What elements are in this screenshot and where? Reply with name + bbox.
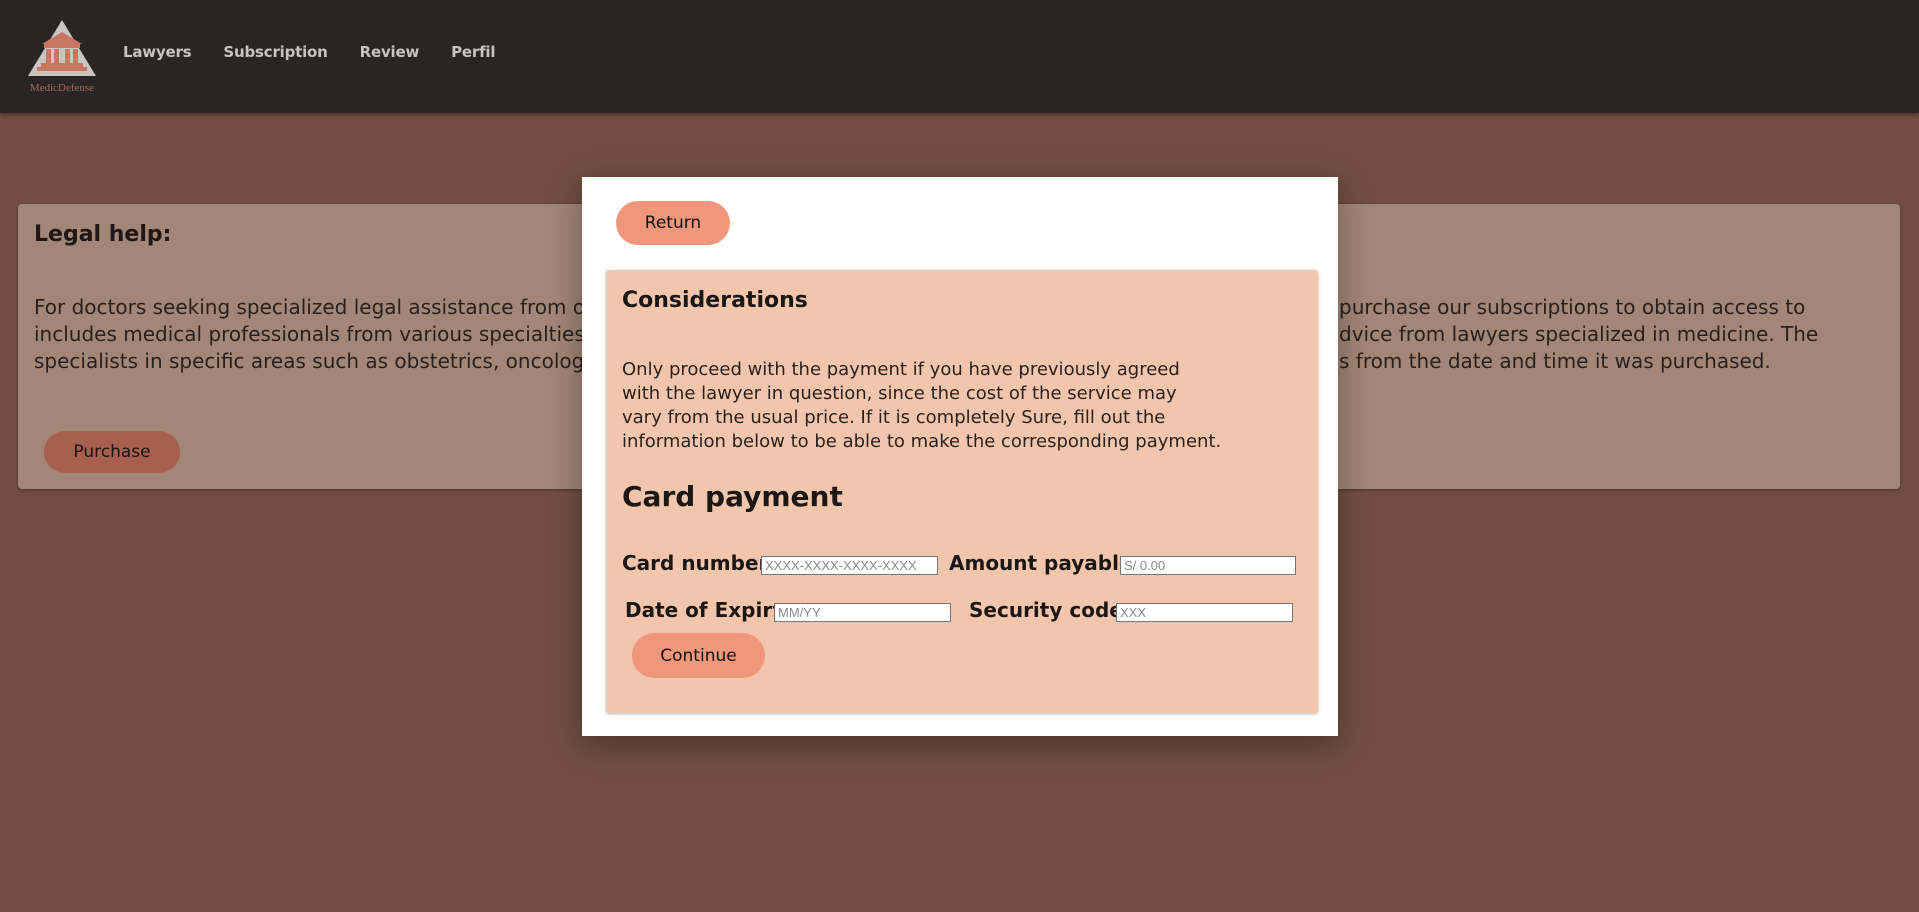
considerations-title: Considerations [622,288,808,313]
nav-link-perfil[interactable]: Perfil [451,43,495,61]
payment-modal: Return Considerations Only proceed with … [582,177,1338,736]
expiry-date-label: Date of Expiry: [625,598,794,622]
security-code-label: Security code: [969,598,1131,622]
card-payment-title: Card payment [622,480,843,513]
considerations-text: Only proceed with the payment if you hav… [622,359,1222,452]
text-line: dvice from lawyers specialized in medici… [1339,322,1819,346]
nav-link-lawyers[interactable]: Lawyers [123,43,192,61]
amount-payable-input[interactable] [1120,556,1296,575]
courthouse-icon [28,20,96,76]
expiry-date-input[interactable] [774,603,951,622]
security-code-input[interactable] [1116,603,1293,622]
logo-text: MedicDefense [29,82,95,94]
purchase-button[interactable]: Purchase [44,431,180,473]
text-line: specialists in specific areas such as ob… [34,349,594,373]
continue-button[interactable]: Continue [632,633,765,678]
legal-help-title: Legal help: [34,222,172,247]
nav-link-review[interactable]: Review [360,43,420,61]
legal-help-text-left: For doctors seeking specialized legal as… [34,294,594,375]
considerations-panel: Considerations Only proceed with the pay… [606,270,1318,713]
text-line: purchase our subscriptions to obtain acc… [1339,295,1806,319]
card-number-label: Card number: [622,551,777,575]
text-line: s from the date and time it was purchase… [1339,349,1771,373]
nav-link-subscription[interactable]: Subscription [223,43,327,61]
legal-help-text-right: purchase our subscriptions to obtain acc… [1339,294,1859,375]
nav-links: Lawyers Subscription Review Perfil [123,43,496,61]
return-button[interactable]: Return [616,201,730,245]
card-number-input[interactable] [761,556,938,575]
medicdefense-logo[interactable]: MedicDefense [26,18,98,98]
top-navbar: MedicDefense Lawyers Subscription Review… [0,0,1919,113]
text-line: includes medical professionals from vari… [34,322,592,346]
amount-payable-label: Amount payable: [949,551,1141,575]
text-line: For doctors seeking specialized legal as… [34,295,594,319]
